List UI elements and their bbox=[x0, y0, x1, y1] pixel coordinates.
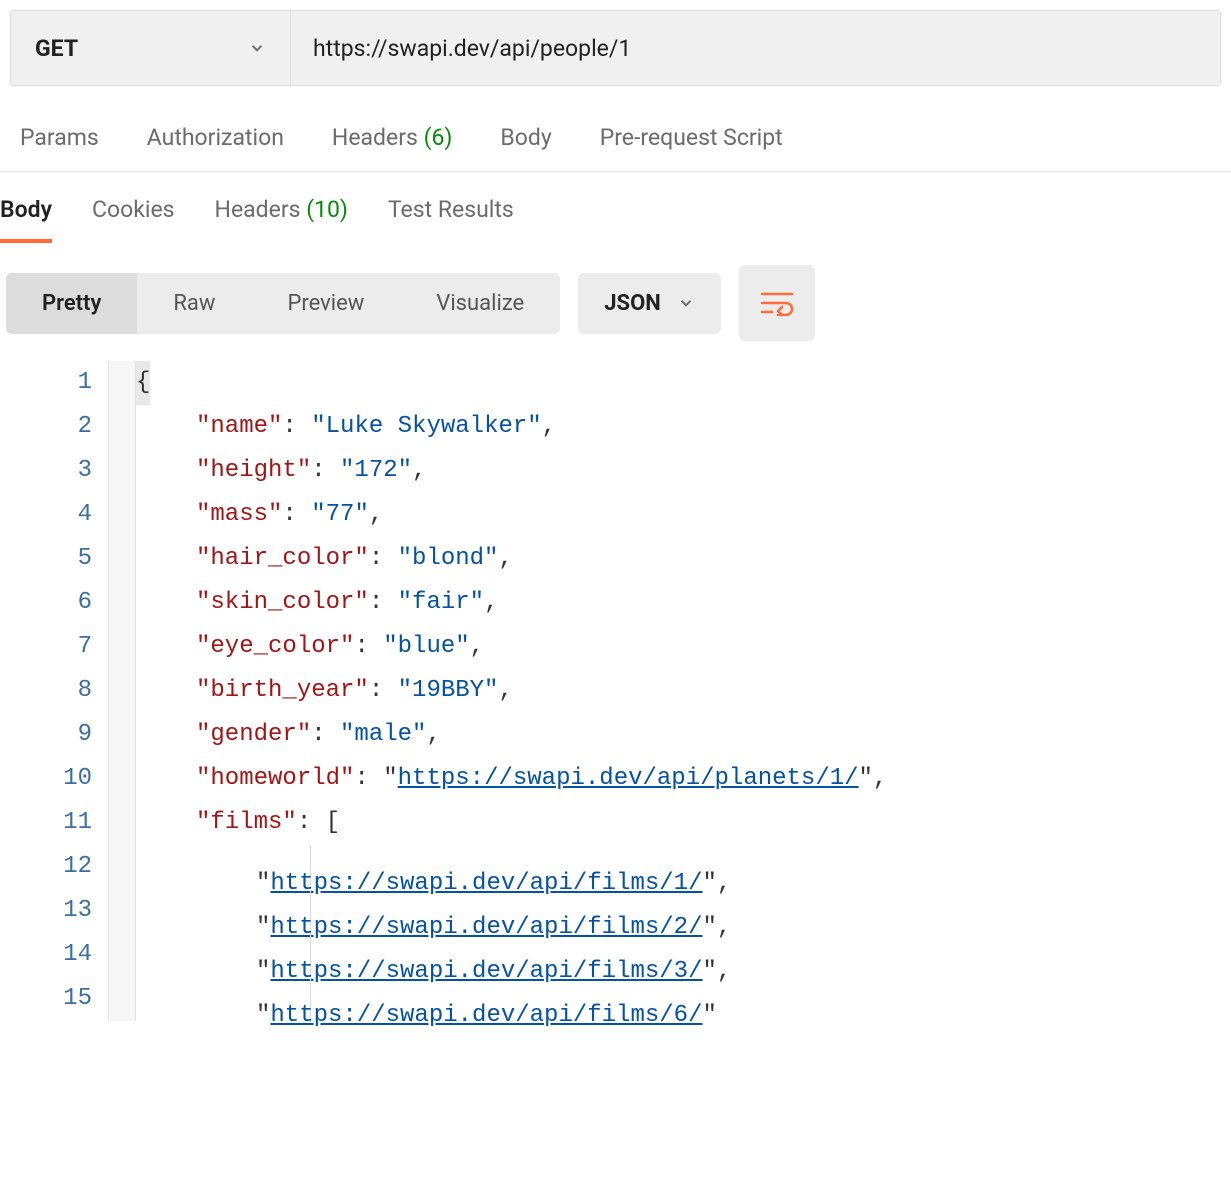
line-number: 10 bbox=[0, 757, 92, 801]
code-line: "https://swapi.dev/api/films/1/", bbox=[136, 845, 887, 889]
code-line: "https://swapi.dev/api/films/3/", bbox=[136, 933, 887, 977]
resp-headers-label: Headers bbox=[215, 196, 301, 223]
view-preview[interactable]: Preview bbox=[251, 273, 400, 334]
code-line: "eye_color": "blue", bbox=[136, 625, 887, 669]
tab-authorization[interactable]: Authorization bbox=[147, 124, 284, 151]
view-mode-pill: Pretty Raw Preview Visualize bbox=[6, 273, 560, 334]
code-lines[interactable]: {"name": "Luke Skywalker","height": "172… bbox=[136, 361, 887, 1021]
code-line: "skin_color": "fair", bbox=[136, 581, 887, 625]
line-number: 7 bbox=[0, 625, 92, 669]
view-controls: Pretty Raw Preview Visualize JSON bbox=[0, 243, 1231, 341]
url-value: https://swapi.dev/api/people/1 bbox=[313, 35, 631, 62]
tab-headers-label: Headers bbox=[332, 124, 418, 151]
code-line: { bbox=[136, 361, 887, 405]
tab-params[interactable]: Params bbox=[20, 124, 99, 151]
code-line: "name": "Luke Skywalker", bbox=[136, 405, 887, 449]
resp-tab-body[interactable]: Body bbox=[0, 196, 52, 243]
line-number: 5 bbox=[0, 537, 92, 581]
wrap-icon bbox=[760, 290, 794, 316]
chevron-down-icon bbox=[677, 294, 695, 312]
resp-headers-count: (10) bbox=[306, 196, 348, 223]
tab-headers-count: (6) bbox=[424, 124, 453, 151]
line-number: 14 bbox=[0, 933, 92, 977]
tab-prerequest[interactable]: Pre-request Script bbox=[600, 124, 783, 151]
view-visualize[interactable]: Visualize bbox=[400, 273, 560, 334]
line-number: 8 bbox=[0, 669, 92, 713]
request-tabs: Params Authorization Headers (6) Body Pr… bbox=[0, 96, 1231, 172]
code-line: "https://swapi.dev/api/films/2/", bbox=[136, 889, 887, 933]
line-number: 2 bbox=[0, 405, 92, 449]
line-number: 15 bbox=[0, 977, 92, 1021]
http-method-value: GET bbox=[35, 35, 78, 62]
tab-headers[interactable]: Headers (6) bbox=[332, 124, 452, 151]
http-method-select[interactable]: GET bbox=[11, 11, 291, 85]
view-raw[interactable]: Raw bbox=[137, 273, 251, 334]
response-tabs: Body Cookies Headers (10) Test Results bbox=[0, 172, 1231, 243]
line-gutter: 123456789101112131415 bbox=[0, 361, 108, 1021]
code-line: "mass": "77", bbox=[136, 493, 887, 537]
resp-tab-headers[interactable]: Headers (10) bbox=[215, 196, 348, 243]
code-line: "hair_color": "blond", bbox=[136, 537, 887, 581]
resp-tab-cookies[interactable]: Cookies bbox=[92, 196, 175, 243]
code-line: "gender": "male", bbox=[136, 713, 887, 757]
resp-tab-tests[interactable]: Test Results bbox=[388, 196, 514, 243]
view-pretty[interactable]: Pretty bbox=[6, 273, 137, 334]
code-line: "height": "172", bbox=[136, 449, 887, 493]
line-number: 12 bbox=[0, 845, 92, 889]
line-number: 1 bbox=[0, 361, 92, 405]
request-bar: GET https://swapi.dev/api/people/1 bbox=[10, 10, 1221, 86]
line-number: 11 bbox=[0, 801, 92, 845]
code-line: "films": [ bbox=[136, 801, 887, 845]
code-line: "homeworld": "https://swapi.dev/api/plan… bbox=[136, 757, 887, 801]
fold-column bbox=[108, 361, 136, 1021]
format-select[interactable]: JSON bbox=[578, 273, 721, 334]
response-body: 123456789101112131415 {"name": "Luke Sky… bbox=[0, 341, 1231, 1021]
code-line: "birth_year": "19BBY", bbox=[136, 669, 887, 713]
line-number: 4 bbox=[0, 493, 92, 537]
code-line: "https://swapi.dev/api/films/6/" bbox=[136, 977, 887, 1021]
format-value: JSON bbox=[604, 291, 661, 316]
wrap-lines-button[interactable] bbox=[739, 265, 815, 341]
line-number: 13 bbox=[0, 889, 92, 933]
line-number: 9 bbox=[0, 713, 92, 757]
chevron-down-icon bbox=[248, 39, 266, 57]
line-number: 3 bbox=[0, 449, 92, 493]
line-number: 6 bbox=[0, 581, 92, 625]
tab-body[interactable]: Body bbox=[500, 124, 551, 151]
url-input[interactable]: https://swapi.dev/api/people/1 bbox=[291, 11, 1220, 85]
